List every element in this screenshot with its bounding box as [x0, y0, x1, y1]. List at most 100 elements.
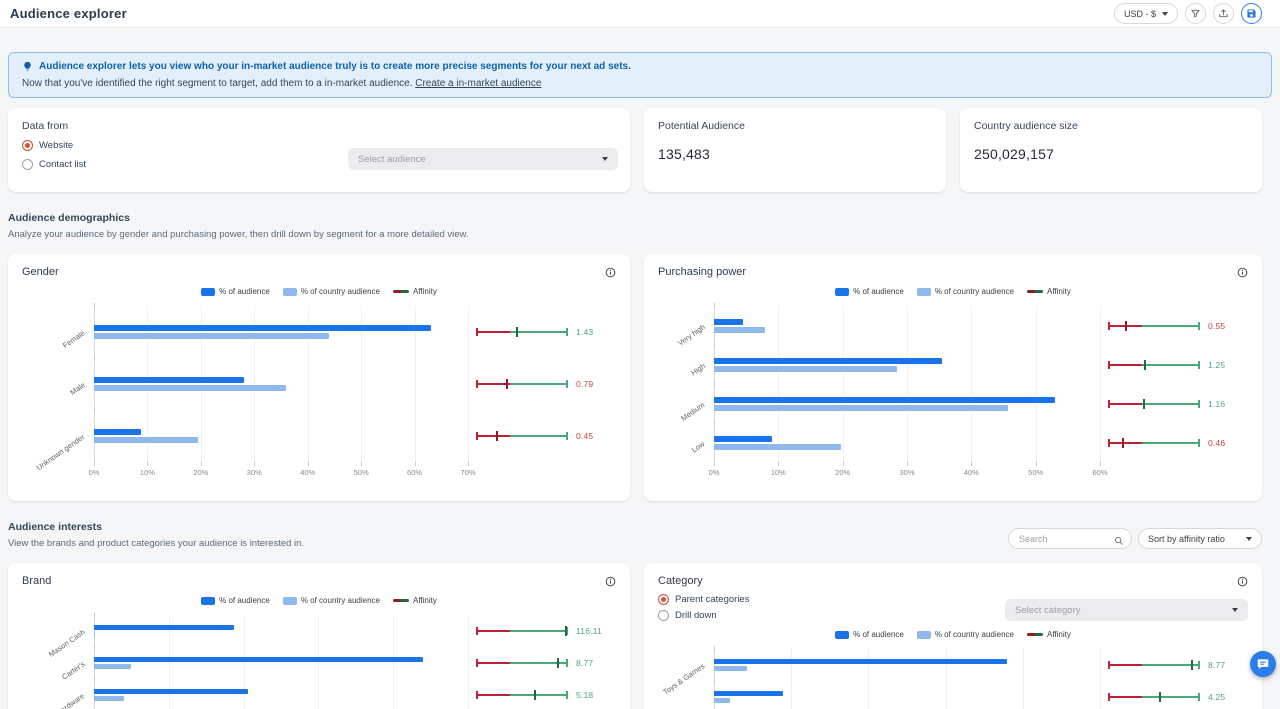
category-label: High: [658, 345, 706, 384]
category-label: [658, 681, 706, 709]
bar-audience: [714, 691, 783, 696]
axis-spacer: [576, 462, 616, 480]
info-icon[interactable]: [605, 267, 616, 278]
radio-website-control[interactable]: [22, 140, 33, 151]
gridline: [1036, 423, 1037, 462]
gridline: [1100, 345, 1101, 384]
chart-row: Carter's8.77: [22, 647, 616, 679]
gridline: [468, 679, 469, 709]
info-icon[interactable]: [1237, 267, 1248, 278]
gridline: [147, 306, 148, 358]
bar-audience: [94, 625, 234, 630]
interests-heading-block: Audience interests View the brands and p…: [8, 521, 304, 549]
save-button[interactable]: [1241, 3, 1262, 24]
radio-parent-categories-control[interactable]: [658, 594, 669, 605]
radio-drill-down-label: Drill down: [675, 610, 717, 621]
radio-parent-categories-label: Parent categories: [675, 594, 749, 605]
bar-country-audience: [714, 698, 730, 703]
gridline: [907, 306, 908, 345]
filter-button[interactable]: [1185, 3, 1206, 24]
affinity-value: 5.18: [576, 690, 616, 700]
chart-row: Toys & Games8.77: [658, 649, 1248, 681]
chart-rows: Toys & Games8.774.25: [658, 649, 1248, 709]
chat-button[interactable]: [1250, 651, 1276, 677]
category-label: Mason Cash: [22, 615, 86, 647]
radio-drill-down-control[interactable]: [658, 610, 669, 621]
gridline: [415, 410, 416, 462]
legend-label: % of country audience: [301, 596, 380, 605]
gridline: [778, 423, 779, 462]
legend-item: % of country audience: [283, 596, 380, 605]
country-audience-card: Country audience size 250,029,157: [960, 108, 1262, 192]
potential-audience-card: Potential Audience 135,483: [644, 108, 946, 192]
affinity-right-cap: [1198, 661, 1200, 669]
affinity-value: 0.46: [1208, 438, 1248, 448]
gridline: [1100, 649, 1101, 681]
x-axis: 0%10%20%30%40%50%60%70%: [22, 462, 616, 480]
bar-country-audience: [94, 664, 131, 669]
legend-item: % of country audience: [917, 287, 1014, 296]
bar-country-audience: [714, 405, 1008, 411]
gridline: [1036, 306, 1037, 345]
chevron-down-icon: [1162, 12, 1168, 16]
export-button[interactable]: [1213, 3, 1234, 24]
legend-item: Affinity: [1027, 287, 1071, 296]
radio-contact-list-control[interactable]: [22, 159, 33, 170]
create-in-market-audience-link[interactable]: Create a in-market audience: [415, 78, 541, 89]
legend-swatch: [1027, 633, 1043, 636]
x-ticks: 0%10%20%30%40%50%60%: [714, 462, 1100, 480]
affinity-gauge: [476, 377, 568, 391]
potential-audience-label: Potential Audience: [658, 120, 932, 132]
info-icon[interactable]: [605, 576, 616, 587]
banner-tip-text: Audience explorer lets you view who your…: [39, 61, 631, 72]
affinity-green-segment: [1142, 696, 1200, 698]
gridline: [843, 345, 844, 384]
select-audience-dropdown[interactable]: Select audience: [348, 148, 618, 170]
chart-legend: % of audience% of country audienceAffini…: [22, 287, 616, 296]
page-title: Audience explorer: [10, 6, 127, 21]
affinity-value: 1.43: [576, 327, 616, 337]
affinity-green-segment: [510, 331, 568, 333]
affinity-gauge: [1108, 690, 1200, 704]
bar-audience: [94, 689, 248, 694]
affinity-left-cap: [1108, 661, 1110, 669]
category-label: Hardware: [22, 679, 86, 709]
gridline: [415, 306, 416, 358]
gridline: [94, 615, 95, 647]
potential-audience-value: 135,483: [658, 146, 932, 162]
affinity-red-segment: [476, 630, 510, 632]
data-from-card: Data from Website Contact list Select au…: [8, 108, 630, 192]
gridline: [971, 345, 972, 384]
affinity-right-cap: [566, 659, 568, 667]
bar-track: [94, 410, 468, 462]
interests-section-header: Audience interests View the brands and p…: [8, 521, 1262, 549]
axis-spacer: [1208, 462, 1248, 480]
chevron-down-icon: [1246, 537, 1252, 541]
bar-audience: [714, 358, 942, 364]
affinity-gauge: [476, 429, 568, 443]
axis-spacer: [476, 462, 568, 480]
sort-dropdown[interactable]: Sort by affinity ratio: [1138, 528, 1262, 549]
bar-audience: [94, 325, 431, 331]
gridline: [254, 306, 255, 358]
affinity-value: 1.25: [1208, 360, 1248, 370]
category-label: Medium: [658, 384, 706, 423]
category-label: Very high: [658, 306, 706, 345]
affinity-marker: [1143, 399, 1145, 409]
currency-select[interactable]: USD - $: [1114, 3, 1178, 24]
gridline: [714, 384, 715, 423]
gridline: [468, 615, 469, 647]
affinity-green-segment: [510, 694, 568, 696]
select-category-dropdown[interactable]: Select category: [1005, 599, 1248, 621]
lightbulb-icon: [22, 61, 33, 72]
gridline: [843, 384, 844, 423]
info-icon[interactable]: [1237, 576, 1248, 587]
legend-label: Affinity: [1047, 287, 1071, 296]
gridline: [318, 679, 319, 709]
gridline: [361, 306, 362, 358]
bar-track: [94, 358, 468, 410]
legend-swatch: [393, 599, 409, 602]
chart-row: Hardware 5.18: [22, 679, 616, 709]
search-icon: [1114, 533, 1124, 551]
axis-spacer: [1108, 462, 1200, 480]
